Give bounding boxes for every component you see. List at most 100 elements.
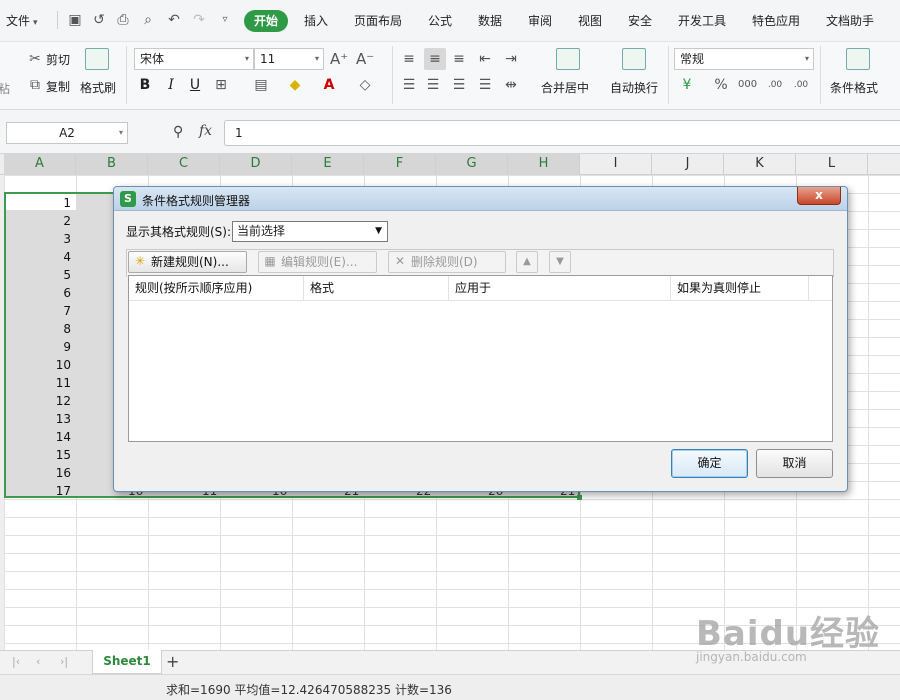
column-header-rule[interactable]: 规则(按所示顺序应用): [129, 276, 304, 301]
underline-icon[interactable]: U: [186, 76, 204, 94]
column-header-applies-to[interactable]: 应用于: [449, 276, 671, 301]
column-header-format[interactable]: 格式: [304, 276, 449, 301]
zoom-icon[interactable]: ⚲: [173, 124, 183, 140]
format-painter-button[interactable]: 格式刷: [80, 79, 116, 96]
font-shrink-icon[interactable]: A⁻: [356, 50, 374, 68]
align-top-icon[interactable]: ≡: [400, 50, 418, 68]
tab-page-layout[interactable]: 页面布局: [354, 12, 402, 29]
cell-value[interactable]: 15: [4, 446, 74, 464]
dialog-title-bar[interactable]: S 条件格式规则管理器 x: [114, 187, 847, 211]
cell-value[interactable]: 13: [4, 410, 74, 428]
align-left-icon[interactable]: ☰: [400, 76, 418, 94]
tab-review[interactable]: 审阅: [528, 12, 552, 29]
column-header-e[interactable]: E: [292, 154, 364, 175]
currency-icon[interactable]: ¥: [678, 76, 696, 94]
column-header-h[interactable]: H: [508, 154, 580, 175]
move-down-button[interactable]: ▼: [549, 251, 571, 273]
column-header-b[interactable]: B: [76, 154, 148, 175]
justify-icon[interactable]: ☰: [476, 76, 494, 94]
column-header-a[interactable]: A: [4, 154, 76, 175]
cell-value[interactable]: 1: [4, 194, 74, 212]
tab-insert[interactable]: 插入: [304, 12, 328, 29]
cut-button[interactable]: 剪切: [46, 51, 70, 68]
tab-data[interactable]: 数据: [478, 12, 502, 29]
increase-decimal-icon[interactable]: .00: [766, 76, 784, 94]
column-header-f[interactable]: F: [364, 154, 436, 175]
cell-value[interactable]: 12: [4, 392, 74, 410]
indent-decrease-icon[interactable]: ⇤: [476, 50, 494, 68]
tab-home[interactable]: 开始: [244, 10, 288, 32]
ok-button[interactable]: 确定: [671, 449, 748, 478]
new-rule-button[interactable]: ✳ 新建规则(N)...: [128, 251, 247, 273]
fill-handle[interactable]: [577, 495, 582, 500]
fill-pattern-icon[interactable]: ▤: [252, 76, 270, 94]
save-icon[interactable]: ▣: [66, 11, 84, 29]
cell-value[interactable]: 5: [4, 266, 74, 284]
border-icon[interactable]: ⊞: [212, 76, 230, 94]
cell-value[interactable]: 7: [4, 302, 74, 320]
align-bottom-icon[interactable]: ≡: [450, 50, 468, 68]
fill-color-icon[interactable]: ◆: [286, 76, 304, 94]
column-header-g[interactable]: G: [436, 154, 508, 175]
add-sheet-icon[interactable]: +: [166, 652, 179, 671]
font-color-icon[interactable]: A: [320, 76, 338, 94]
thousands-icon[interactable]: 000: [738, 76, 757, 94]
close-button[interactable]: x: [797, 187, 841, 205]
bold-icon[interactable]: B: [136, 76, 154, 94]
name-box[interactable]: A2 ▾: [6, 122, 128, 144]
column-header-d[interactable]: D: [220, 154, 292, 175]
cell-value[interactable]: 8: [4, 320, 74, 338]
column-header-stop-if-true[interactable]: 如果为真则停止: [671, 276, 809, 301]
move-up-button[interactable]: ▲: [516, 251, 538, 273]
edit-rule-button[interactable]: ▦ 编辑规则(E)...: [258, 251, 377, 273]
cell-value[interactable]: 14: [4, 428, 74, 446]
sheet-tab-sheet1[interactable]: Sheet1: [92, 650, 162, 674]
tab-special[interactable]: 特色应用: [752, 12, 800, 29]
number-format-select[interactable]: 常规 ▾: [674, 48, 814, 70]
percent-icon[interactable]: %: [712, 76, 730, 94]
undo-icon[interactable]: ↶: [165, 11, 183, 29]
tab-security[interactable]: 安全: [628, 12, 652, 29]
cell-value[interactable]: 11: [4, 374, 74, 392]
fx-icon[interactable]: fx: [199, 123, 212, 139]
column-header-l[interactable]: L: [796, 154, 868, 175]
align-center-icon[interactable]: ☰: [424, 76, 442, 94]
align-middle-icon[interactable]: ≡: [424, 48, 446, 70]
tab-doc-assistant[interactable]: 文档助手: [826, 12, 874, 29]
file-menu[interactable]: 文件 ▾: [6, 12, 38, 29]
cell-value[interactable]: 2: [4, 212, 74, 230]
eraser-icon[interactable]: ◇: [356, 76, 374, 94]
indent-increase-icon[interactable]: ⇥: [502, 50, 520, 68]
cancel-button[interactable]: 取消: [756, 449, 833, 478]
delete-rule-button[interactable]: ✕ 删除规则(D): [388, 251, 506, 273]
show-rules-select[interactable]: 当前选择 ▼: [232, 221, 388, 242]
conditional-format-button[interactable]: 条件格式: [830, 79, 878, 96]
redo-icon[interactable]: ↷: [190, 11, 208, 29]
tab-developer[interactable]: 开发工具: [678, 12, 726, 29]
wrap-text-button[interactable]: 自动换行: [610, 79, 658, 96]
first-sheet-icon[interactable]: |‹: [12, 655, 20, 668]
paste-button[interactable]: 粘: [0, 80, 10, 97]
column-header-i[interactable]: I: [580, 154, 652, 175]
column-header-k[interactable]: K: [724, 154, 796, 175]
cell-value[interactable]: 9: [4, 338, 74, 356]
distribute-icon[interactable]: ⇹: [502, 76, 520, 94]
print-preview-icon[interactable]: ⌕: [139, 11, 157, 29]
tab-formulas[interactable]: 公式: [428, 12, 452, 29]
print-icon[interactable]: ⎙: [114, 11, 132, 29]
cell-value[interactable]: 16: [4, 464, 74, 482]
copy-button[interactable]: 复制: [46, 78, 70, 95]
column-header-j[interactable]: J: [652, 154, 724, 175]
merge-center-button[interactable]: 合并居中: [541, 79, 589, 96]
prev-sheet-icon[interactable]: ‹: [36, 655, 40, 668]
column-header-c[interactable]: C: [148, 154, 220, 175]
cell-value[interactable]: 10: [4, 356, 74, 374]
align-right-icon[interactable]: ☰: [450, 76, 468, 94]
font-name-select[interactable]: 宋体 ▾: [134, 48, 254, 70]
cell-value[interactable]: 6: [4, 284, 74, 302]
customize-icon[interactable]: ▿: [216, 11, 234, 29]
font-grow-icon[interactable]: A⁺: [330, 50, 348, 68]
decrease-decimal-icon[interactable]: .00: [792, 76, 810, 94]
cell-value[interactable]: 17: [4, 482, 74, 500]
font-size-select[interactable]: 11 ▾: [254, 48, 324, 70]
